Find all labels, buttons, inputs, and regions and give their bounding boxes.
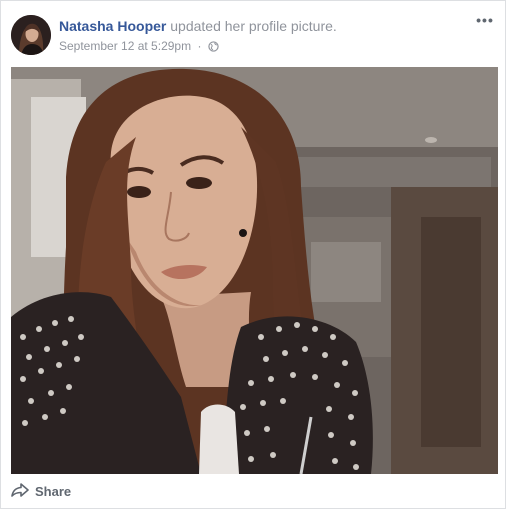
feed-post: Natasha Hooper updated her profile pictu… (0, 0, 506, 509)
more-options-button[interactable]: ••• (475, 13, 495, 31)
post-title-line: Natasha Hooper updated her profile pictu… (59, 17, 465, 35)
post-meta: Natasha Hooper updated her profile pictu… (59, 17, 465, 56)
avatar-image (11, 15, 51, 55)
author-avatar[interactable] (11, 15, 51, 55)
photo-image (11, 67, 498, 474)
author-name-link[interactable]: Natasha Hooper (59, 18, 166, 34)
post-timestamp-link[interactable]: September 12 at 5:29pm (59, 39, 191, 53)
meta-separator: · (197, 39, 202, 53)
post-actions: Share (11, 483, 71, 505)
post-action-text: updated her profile picture. (170, 18, 337, 34)
share-arrow-icon (11, 483, 29, 500)
share-label: Share (35, 484, 72, 499)
profile-photo[interactable] (11, 67, 498, 474)
share-button[interactable]: Share (11, 483, 71, 500)
globe-icon[interactable] (208, 40, 219, 56)
post-header: Natasha Hooper updated her profile pictu… (11, 13, 495, 57)
post-subtitle-line: September 12 at 5:29pm · (59, 38, 465, 56)
